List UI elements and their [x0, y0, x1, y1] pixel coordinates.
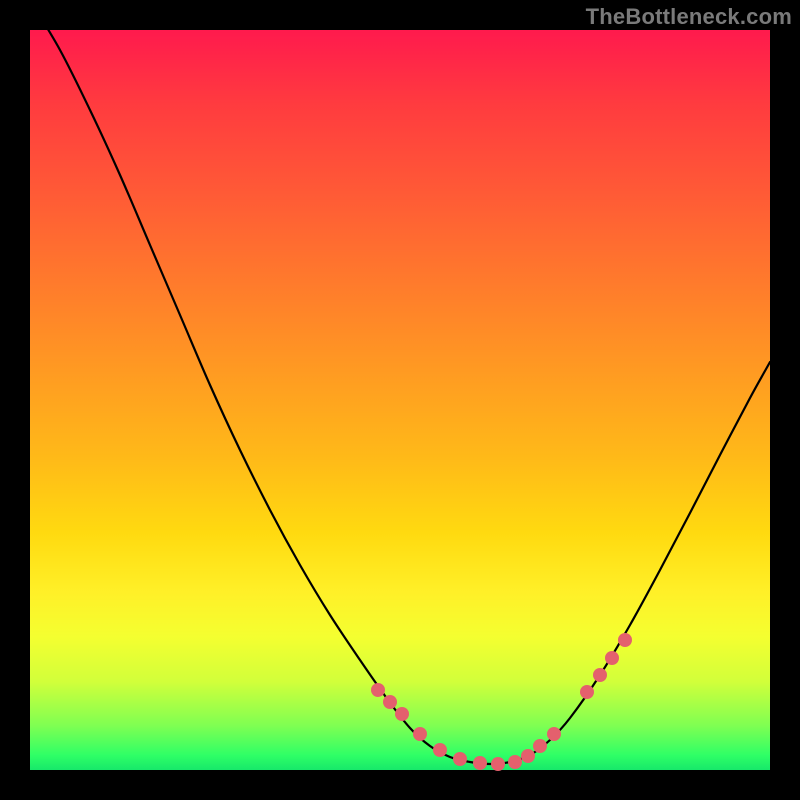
highlight-dot — [395, 707, 409, 721]
highlight-dot — [413, 727, 427, 741]
chart-svg — [30, 30, 770, 770]
highlight-dot — [605, 651, 619, 665]
watermark-text: TheBottleneck.com — [586, 4, 792, 30]
highlight-dot — [533, 739, 547, 753]
highlight-dot — [473, 756, 487, 770]
highlight-dot — [491, 757, 505, 771]
highlight-dot — [383, 695, 397, 709]
highlight-dots-group — [371, 633, 632, 771]
highlight-dot — [547, 727, 561, 741]
highlight-dot — [593, 668, 607, 682]
bottleneck-curve — [30, 0, 770, 764]
highlight-dot — [371, 683, 385, 697]
plot-frame — [30, 30, 770, 770]
highlight-dot — [521, 749, 535, 763]
highlight-dot — [508, 755, 522, 769]
highlight-dot — [580, 685, 594, 699]
highlight-dot — [618, 633, 632, 647]
highlight-dot — [453, 752, 467, 766]
highlight-dot — [433, 743, 447, 757]
